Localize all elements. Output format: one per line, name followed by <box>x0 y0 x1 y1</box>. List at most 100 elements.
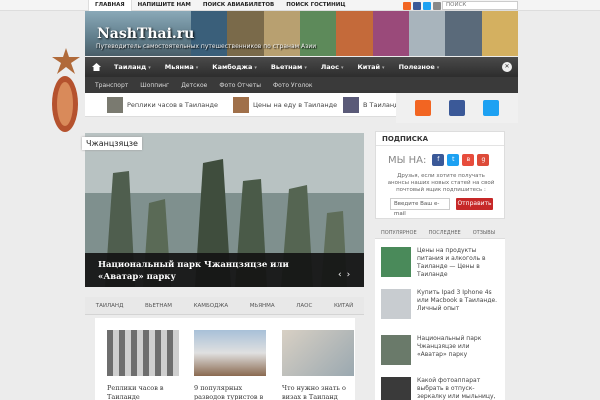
sub-nav: Транспорт Шоппинг Детское Фото Отчеты Фо… <box>85 77 518 93</box>
nav-laos[interactable]: Лаос ▾ <box>314 63 351 71</box>
featured-category-tag[interactable]: Чжанцзяцзе <box>82 137 142 150</box>
home-icon[interactable] <box>85 57 107 77</box>
social-label: МЫ НА: <box>388 154 427 166</box>
list-thumb <box>381 377 411 400</box>
ticker-item[interactable]: В Таиланд <box>343 97 399 113</box>
ticker-thumb <box>343 97 359 113</box>
facebook-icon[interactable]: f <box>432 154 445 166</box>
list-thumb <box>381 335 411 365</box>
tab-popular[interactable]: ПОПУЛЯРНОЕ <box>375 227 423 238</box>
list-item[interactable]: Какой фотоаппарат выбрать в отпуск-зерка… <box>381 377 501 400</box>
chevron-down-icon: ▾ <box>254 65 257 71</box>
subnav-transport[interactable]: Транспорт <box>95 82 128 89</box>
next-arrow-icon[interactable]: › <box>347 270 351 280</box>
rss-icon[interactable] <box>403 2 411 10</box>
vk-icon[interactable]: в <box>462 154 475 166</box>
list-title: Национальный парк Чжанцзяцзе или «Аватар… <box>417 335 482 358</box>
nav-label: Мьянма <box>164 63 194 71</box>
facebook-icon[interactable] <box>449 100 465 116</box>
ticker-item[interactable]: Цены на еду в Таиланде <box>233 97 337 113</box>
tab-myanmar[interactable]: МЬЯНМА <box>250 303 275 309</box>
list-thumb <box>381 289 411 319</box>
list-title: Какой фотоаппарат выбрать в отпуск-зерка… <box>417 377 496 400</box>
nav-china[interactable]: Китай ▾ <box>350 63 391 71</box>
subnav-photo-corner[interactable]: Фото Уголок <box>273 82 313 89</box>
chevron-down-icon: ▾ <box>436 65 440 71</box>
featured-title[interactable]: Национальный парк Чжанцзяцзе или «Аватар… <box>98 259 328 283</box>
ticker-title: В Таиланд <box>363 101 399 109</box>
nav-label: Камбоджа <box>212 63 253 71</box>
rss-icon[interactable] <box>415 100 431 116</box>
list-item[interactable]: Цены на продукты питания и алкоголь в Та… <box>381 247 501 279</box>
tab-cambodia[interactable]: КАМБОДЖА <box>194 303 229 309</box>
slider-arrows: ‹ › <box>338 270 350 280</box>
tab-china[interactable]: КИТАЙ <box>334 303 353 309</box>
shuffle-icon[interactable]: ✕ <box>502 62 512 72</box>
card-title: Реплики часов в Таиланде <box>107 384 164 400</box>
site-logo[interactable]: NashThai.ru <box>97 26 194 42</box>
send-button[interactable]: Отправить <box>456 198 493 210</box>
article-card[interactable]: Что нужно знать о визах в Таиланд <box>282 330 354 400</box>
article-card[interactable]: 9 популярных разводов туристов в Таиланд… <box>194 330 266 400</box>
list-item[interactable]: Купить Ipad 3 Iphone 4s или Macbook в Та… <box>381 289 501 319</box>
nav-useful[interactable]: Полезное ▾ <box>392 63 447 71</box>
tab-vietnam[interactable]: ВЬЕТНАМ <box>145 303 172 309</box>
tab-reviews[interactable]: ОТЗЫВЫ <box>467 227 501 238</box>
google-plus-icon[interactable]: g <box>477 154 490 166</box>
card-image <box>107 330 179 376</box>
card-title: 9 популярных разводов туристов в Таиланд… <box>194 384 264 400</box>
search-input[interactable]: ПОИСК <box>442 1 518 10</box>
nav-label: Китай <box>357 63 381 71</box>
tab-latest[interactable]: ПОСЛЕДНЕЕ <box>423 227 467 238</box>
twitter-icon[interactable] <box>423 2 431 10</box>
main-nav: Таиланд ▾ Мьянма ▾ Камбоджа ▾ Вьетнам ▾ Лаос… <box>85 57 518 77</box>
ticker-thumb <box>233 97 249 113</box>
nav-label: Полезное <box>398 63 435 71</box>
nav-myanmar[interactable]: Мьянма ▾ <box>158 63 205 71</box>
site-tagline: Путеводитель самостоятельных путешествен… <box>96 43 317 50</box>
card-image <box>194 330 266 376</box>
subscribe-widget: ПОДПИСКА МЫ НА: f t в g Друзья, если хот… <box>375 131 505 219</box>
subnav-kids[interactable]: Детское <box>181 82 207 89</box>
twitter-icon[interactable]: t <box>447 154 460 166</box>
chevron-down-icon: ▾ <box>340 65 344 71</box>
shell-icon <box>52 76 78 132</box>
top-nav: ГЛАВНАЯ НАПИШИТЕ НАМ ПОИСК АВИАБИЛЕТОВ П… <box>88 0 351 11</box>
nav-cambodia[interactable]: Камбоджа ▾ <box>205 63 264 71</box>
category-tabs: ТАИЛАНД ВЬЕТНАМ КАМБОДЖА МЬЯНМА ЛАОС КИТ… <box>85 297 364 315</box>
sidebar-tabs: ПОПУЛЯРНОЕ ПОСЛЕДНЕЕ ОТЗЫВЫ <box>375 227 505 239</box>
topnav-home[interactable]: ГЛАВНАЯ <box>88 0 132 11</box>
tab-thailand[interactable]: ТАИЛАНД <box>96 303 124 309</box>
card-image <box>282 330 354 376</box>
twitter-icon[interactable] <box>483 100 499 116</box>
article-card[interactable]: Реплики часов в Таиланде <box>107 330 179 400</box>
topnav-hotels[interactable]: ПОИСК ГОСТИНИЦ <box>280 0 351 11</box>
subnav-photo-reports[interactable]: Фото Отчеты <box>219 82 261 89</box>
card-title: Что нужно знать о визах в Таиланд <box>282 384 346 400</box>
list-title: Цены на продукты питания и алкоголь в Та… <box>417 247 486 278</box>
tab-laos[interactable]: ЛАОС <box>296 303 312 309</box>
facebook-icon[interactable] <box>413 2 421 10</box>
mail-icon[interactable] <box>433 2 441 10</box>
topnav-flights[interactable]: ПОИСК АВИАБИЛЕТОВ <box>197 0 280 11</box>
nav-thailand[interactable]: Таиланд ▾ <box>107 63 158 71</box>
topnav-contact[interactable]: НАПИШИТЕ НАМ <box>132 0 197 11</box>
social-row: МЫ НА: f t в g <box>388 154 490 166</box>
subnav-shopping[interactable]: Шоппинг <box>140 82 169 89</box>
ticker-title: Цены на еду в Таиланде <box>253 101 338 109</box>
list-title: Купить Ipad 3 Iphone 4s или Macbook в Та… <box>417 289 498 312</box>
prev-arrow-icon[interactable]: ‹ <box>338 270 342 280</box>
list-item[interactable]: Национальный парк Чжанцзяцзе или «Аватар… <box>381 335 501 365</box>
ticker-title: Реплики часов в Таиланде <box>127 101 218 109</box>
list-thumb <box>381 247 411 277</box>
chevron-down-icon: ▾ <box>195 65 199 71</box>
subscribe-text: Друзья, если хотите получать анонсы наши… <box>387 173 495 193</box>
chevron-down-icon: ▾ <box>382 65 385 71</box>
ticker-social <box>396 93 518 123</box>
nav-label: Вьетнам <box>270 63 303 71</box>
ticker-item[interactable]: Реплики часов в Таиланде <box>107 97 218 113</box>
nav-label: Таиланд <box>114 63 147 71</box>
email-field[interactable]: Введите Ваш e-mail <box>390 198 450 217</box>
nav-vietnam[interactable]: Вьетнам ▾ <box>264 63 314 71</box>
article-cards: Реплики часов в Таиланде 9 популярных ра… <box>95 318 355 400</box>
